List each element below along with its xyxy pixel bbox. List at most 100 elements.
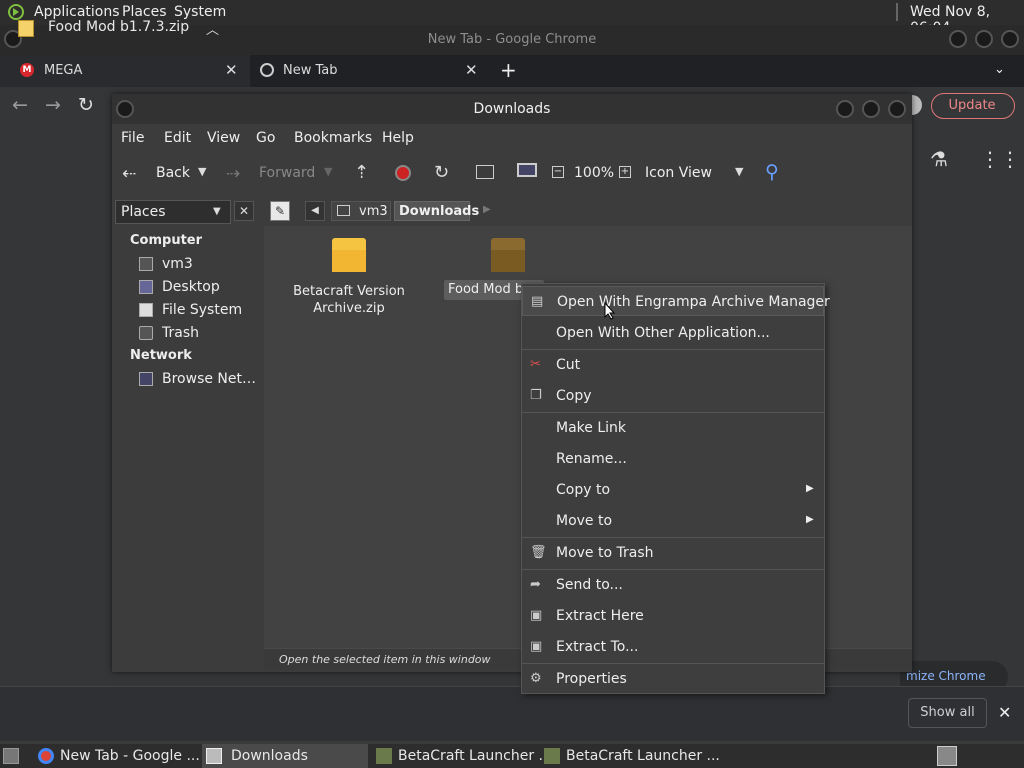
sidebar-type-select[interactable]: Places ▼ [115, 200, 231, 224]
menu-item-label: Properties [556, 671, 627, 687]
home-folder-icon[interactable] [476, 165, 494, 179]
home-folder-icon [139, 257, 153, 271]
apps-grid-icon[interactable]: ⋮⋮ [980, 147, 1020, 171]
mate-logo-icon[interactable] [6, 3, 26, 21]
forward-history-dropdown-icon: ▼ [324, 165, 333, 178]
chrome-icon [260, 63, 274, 77]
menu-item-move-to[interactable]: Move to ▶ [522, 506, 824, 536]
show-desktop-icon[interactable] [3, 748, 19, 764]
submenu-arrow-icon: ▶ [806, 483, 814, 494]
archive-manager-icon: ▤ [531, 294, 544, 309]
drive-icon [139, 303, 153, 317]
menu-item-make-link[interactable]: Make Link [522, 413, 824, 443]
breadcrumb-downloads[interactable]: Downloads [394, 201, 479, 221]
menu-item-copy-to[interactable]: Copy to ▶ [522, 475, 824, 505]
view-mode-select[interactable]: Icon View [645, 165, 712, 181]
sidebar-item-label: Browse Net… [162, 371, 257, 387]
menu-item-label: Send to... [556, 577, 623, 593]
download-item-name[interactable]: Food Mod b1.7.3.zip [48, 19, 189, 35]
menu-item-open-with-engrampa[interactable]: ▤ Open With Engrampa Archive Manager [522, 286, 830, 316]
sidebar-item-label: Desktop [162, 279, 220, 295]
menu-go[interactable]: Go [256, 130, 275, 146]
computer-icon[interactable] [517, 163, 537, 177]
close-tab-icon[interactable]: ✕ [465, 61, 478, 79]
file-manager-titlebar: Downloads [112, 94, 912, 124]
forward-arrow-icon[interactable]: → [45, 94, 61, 116]
file-manager-toolbar: ⇠ Back ▼ ⇢ Forward ▼ ⇡ ↻ − 100% + Icon V… [112, 152, 912, 196]
search-icon[interactable]: ⚲ [765, 161, 779, 183]
taskbar-item-downloads[interactable]: Downloads [202, 744, 368, 768]
new-tab-icon[interactable]: + [500, 58, 517, 82]
sidebar-heading-computer: Computer [130, 233, 203, 248]
minimize-button[interactable] [949, 30, 967, 48]
system-menu[interactable]: System [174, 4, 226, 20]
up-arrow-icon[interactable]: ⇡ [354, 162, 369, 183]
workspace-switcher[interactable] [937, 746, 957, 766]
taskbar-item-betacraft-1[interactable]: BetaCraft Launcher ... [372, 744, 552, 768]
taskbar-item-chrome[interactable]: New Tab - Google ... [34, 744, 200, 768]
menu-edit[interactable]: Edit [164, 130, 191, 146]
back-button-label[interactable]: Back [156, 165, 190, 181]
close-sidebar-icon[interactable]: ✕ [234, 201, 254, 221]
properties-icon: ⚙ [530, 671, 542, 686]
breadcrumb-vm3[interactable]: vm3 [331, 201, 391, 221]
mouse-cursor-icon [604, 302, 616, 320]
menu-item-cut[interactable]: ✂ Cut [522, 350, 824, 380]
close-button[interactable] [888, 100, 906, 118]
close-tab-icon[interactable]: ✕ [225, 61, 238, 79]
file-item[interactable]: Betacraft Version Archive.zip [264, 226, 414, 326]
close-shelf-icon[interactable]: ✕ [998, 703, 1011, 722]
chevron-up-icon[interactable]: ︿ [206, 19, 219, 38]
maximize-button[interactable] [862, 100, 880, 118]
menu-item-properties[interactable]: ⚙ Properties [522, 664, 824, 694]
menu-view[interactable]: View [207, 130, 240, 146]
taskbar-item-betacraft-2[interactable]: BetaCraft Launcher ... [540, 744, 720, 768]
breadcrumb-left-icon[interactable]: ◀ [305, 201, 325, 221]
tab-mega[interactable]: M MEGA ✕ [0, 55, 250, 87]
maximize-button[interactable] [975, 30, 993, 48]
zoom-level[interactable]: 100% [574, 165, 614, 181]
zoom-in-icon[interactable]: + [619, 166, 631, 178]
places-menu[interactable]: Places [122, 4, 167, 20]
menu-item-send-to[interactable]: ➦ Send to... [522, 570, 824, 600]
close-button[interactable] [1001, 30, 1019, 48]
menu-item-rename[interactable]: Rename... [522, 444, 824, 474]
send-icon: ➦ [530, 577, 541, 592]
chevron-down-icon[interactable]: ⌄ [994, 62, 1005, 77]
back-arrow-icon[interactable]: ← [12, 94, 28, 116]
labs-flask-icon[interactable]: ⚗ [930, 147, 948, 171]
zip-file-icon [18, 20, 34, 37]
minimize-button[interactable] [836, 100, 854, 118]
zoom-out-icon[interactable]: − [552, 166, 564, 178]
tab-new-tab[interactable]: New Tab ✕ [250, 55, 500, 87]
file-name-line: Betacraft Version [293, 284, 405, 299]
menu-item-open-with-other[interactable]: Open With Other Application... [522, 318, 824, 348]
scissors-icon: ✂ [530, 357, 541, 372]
edit-location-icon[interactable]: ✎ [270, 201, 290, 221]
menu-item-label: Cut [556, 357, 581, 373]
stop-icon[interactable] [395, 165, 411, 181]
menu-item-move-to-trash[interactable]: 🗑 Move to Trash [522, 538, 824, 568]
reload-icon[interactable]: ↻ [78, 94, 94, 116]
back-arrow-icon[interactable]: ⇠ [122, 164, 136, 184]
context-menu: ▤ Open With Engrampa Archive Manager Ope… [521, 283, 830, 694]
menu-item-copy[interactable]: ❐ Copy [522, 381, 824, 411]
places-sidebar: Computer vm3 Desktop File System Trash N… [115, 226, 261, 646]
view-mode-dropdown-icon[interactable]: ▼ [735, 165, 743, 178]
network-icon [139, 372, 153, 386]
trash-icon: 🗑 [530, 545, 547, 560]
copy-icon: ❐ [530, 388, 542, 403]
menu-help[interactable]: Help [382, 130, 414, 146]
back-history-dropdown-icon[interactable]: ▼ [198, 165, 206, 178]
applications-menu[interactable]: Applications [34, 4, 120, 20]
update-button[interactable]: Update [931, 93, 1015, 119]
sidebar-item-label: Trash [162, 325, 199, 341]
menu-item-extract-to[interactable]: ▣ Extract To... [522, 632, 824, 662]
show-all-button[interactable]: Show all [908, 698, 987, 728]
reload-icon[interactable]: ↻ [434, 162, 449, 183]
menu-item-extract-here[interactable]: ▣ Extract Here [522, 601, 824, 631]
menu-file[interactable]: File [121, 130, 144, 146]
taskbar-item-label: BetaCraft Launcher ... [398, 748, 552, 764]
tab-label: MEGA [44, 63, 83, 78]
menu-bookmarks[interactable]: Bookmarks [294, 130, 372, 146]
